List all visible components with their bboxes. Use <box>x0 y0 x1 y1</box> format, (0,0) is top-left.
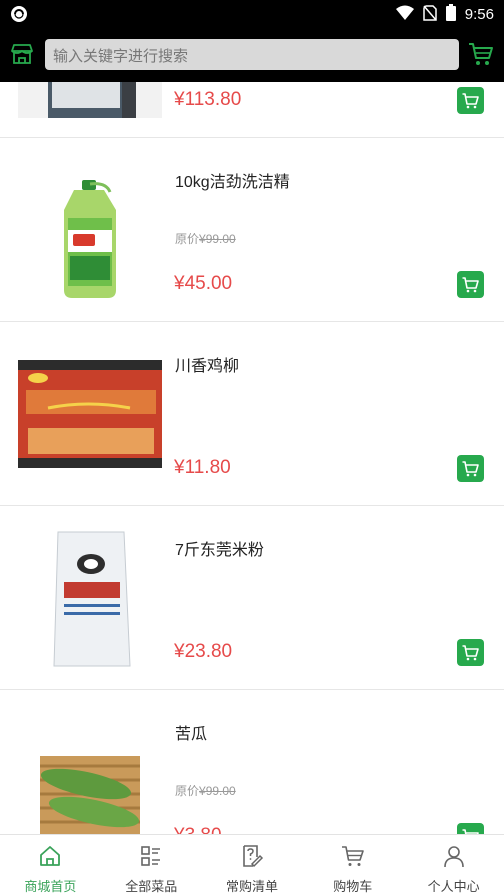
no-sim-icon <box>423 4 437 25</box>
app-notification-icon <box>10 5 28 27</box>
tab-home-label: 商城首页 <box>24 879 77 894</box>
shopping-cart-icon <box>341 844 365 872</box>
battery-icon <box>445 4 456 25</box>
checklist-edit-icon <box>240 844 264 872</box>
add-to-cart-button[interactable] <box>457 271 484 298</box>
status-bar: 9:56 <box>0 0 504 28</box>
tab-cart[interactable]: 购物车 <box>302 835 403 896</box>
product-image[interactable] <box>18 526 162 670</box>
tab-frequent-list-label: 常购清单 <box>225 879 278 894</box>
product-image[interactable] <box>18 710 162 834</box>
add-to-cart-button[interactable] <box>457 639 484 666</box>
home-icon <box>38 844 62 872</box>
cart-icon[interactable] <box>468 41 494 71</box>
product-name[interactable]: 7斤东莞米粉 <box>175 536 264 560</box>
product-item[interactable]: 苦瓜 原价¥99.00 ¥3.80 <box>0 690 504 834</box>
product-price: ¥45.00 <box>174 273 233 294</box>
product-name[interactable]: 川香鸡柳 <box>175 352 239 376</box>
add-to-cart-button[interactable] <box>457 455 484 482</box>
tab-profile[interactable]: 个人中心 <box>403 835 504 896</box>
product-price: ¥23.80 <box>174 641 233 662</box>
app-header: 输入关键字进行搜索 <box>0 28 504 82</box>
tab-frequent-list[interactable]: 常购清单 <box>202 835 303 896</box>
bottom-tab-bar: 商城首页 全部菜品 常购清单 购物车 个人中心 <box>0 834 504 896</box>
product-image[interactable] <box>18 82 162 118</box>
status-time: 9:56 <box>464 6 494 23</box>
tab-all-dishes[interactable]: 全部菜品 <box>101 835 202 896</box>
original-price: 原价¥99.00 <box>175 232 236 246</box>
tab-cart-label: 购物车 <box>333 879 373 894</box>
wifi-icon <box>395 5 414 25</box>
original-price: 原价¥99.00 <box>175 784 236 798</box>
add-to-cart-button[interactable] <box>457 87 484 114</box>
product-price: ¥3.80 <box>174 825 222 834</box>
tab-all-dishes-label: 全部菜品 <box>125 879 178 894</box>
product-list[interactable]: ¥113.80 10kg洁劲洗洁精 原价¥99.00 ¥45.00 川香鸡柳 ¥… <box>0 82 504 834</box>
product-price: ¥113.80 <box>174 89 242 110</box>
product-item[interactable]: 10kg洁劲洗洁精 原价¥99.00 ¥45.00 <box>0 138 504 322</box>
product-item[interactable]: 川香鸡柳 ¥11.80 <box>0 322 504 506</box>
search-input[interactable]: 输入关键字进行搜索 <box>45 39 459 70</box>
product-item[interactable]: ¥113.80 <box>0 82 504 138</box>
user-icon <box>442 844 466 872</box>
tab-profile-label: 个人中心 <box>427 879 480 894</box>
product-price: ¥11.80 <box>174 457 231 478</box>
add-to-cart-button[interactable] <box>457 823 484 834</box>
product-name[interactable]: 10kg洁劲洗洁精 <box>175 168 290 192</box>
product-name[interactable]: 苦瓜 <box>175 720 207 744</box>
category-list-icon <box>139 844 163 872</box>
store-icon[interactable] <box>10 42 34 70</box>
product-image[interactable] <box>18 158 162 302</box>
product-item[interactable]: 7斤东莞米粉 ¥23.80 <box>0 506 504 690</box>
tab-home[interactable]: 商城首页 <box>0 835 101 896</box>
product-image[interactable] <box>18 342 162 486</box>
